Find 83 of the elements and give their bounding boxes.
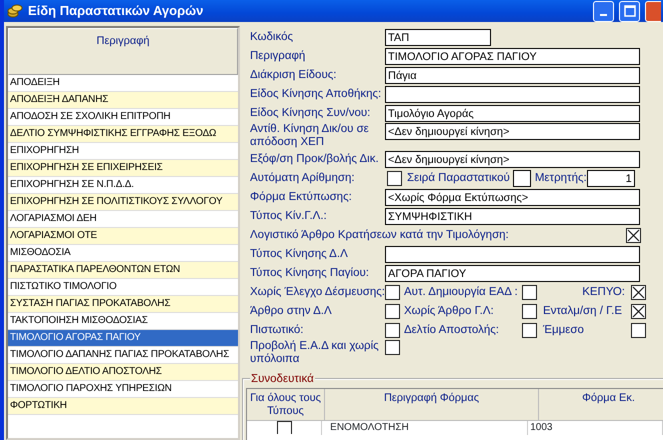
field-label: Τύπος Κίνησης Παγίου: [250, 267, 370, 280]
field-label: Χωρίς Άρθρο Γ.Λ: [404, 305, 495, 318]
list-item[interactable]: ΠΙΣΤΩΤΙΚΟ ΤΙΜΟΛΟΓΙΟ [8, 279, 238, 296]
field-label: Μετρητής: [534, 172, 587, 185]
input-field[interactable] [385, 86, 640, 103]
checkbox[interactable] [631, 304, 646, 319]
field-label: Κωδικός [250, 31, 294, 44]
list-item[interactable]: ΕΠΙΧΟΡΗΓΗΣΗ ΣΕ Ν.Π.Δ.Δ. [8, 177, 238, 194]
field-label: Αυτόματη Αρίθμηση: [250, 172, 356, 185]
checkbox[interactable] [522, 285, 537, 300]
input-field[interactable]: <Δεν δημιουργεί κίνηση> [385, 151, 640, 168]
checkbox[interactable] [387, 171, 402, 186]
input-field[interactable]: <Δεν δημιουργεί κίνηση> [385, 123, 640, 140]
input-field[interactable]: ΤΙΜΟΛΟΓΙΟ ΑΓΟΡΑΣ ΠΑΓΙΟΥ [385, 48, 640, 65]
field-label: Αντίθ. Κίνηση Δικ/ου σε απόδοση ΧΕΠ [250, 123, 370, 149]
checkbox[interactable] [385, 340, 400, 355]
field-label: Περιγραφή [250, 50, 306, 63]
list-item[interactable]: ΛΟΓΑΡΙΑΣΜΟΙ ΔΕΗ [8, 211, 238, 228]
checkbox[interactable] [385, 285, 400, 300]
list-item[interactable]: ΑΠΟΔΕΙΞΗ ΔΑΠΑΝΗΣ [8, 92, 238, 109]
list-item[interactable]: ΑΠΟΔΟΣΗ ΣΕ ΣΧΟΛΙΚΗ ΕΠΙΤΡΟΠΗ [8, 109, 238, 126]
list-item[interactable]: ΤΙΜΟΛΟΓΙΟ ΑΓΟΡΑΣ ΠΑΓΙΟΥ [8, 330, 238, 347]
minimize-button[interactable] [593, 0, 614, 22]
checkbox[interactable] [631, 285, 646, 300]
list-item[interactable]: ΠΑΡΑΣΤΑΤΙΚΑ ΠΑΡΕΛΘΟΝΤΩΝ ΕΤΩΝ [8, 262, 238, 279]
list-item[interactable]: ΣΥΣΤΑΣΗ ΠΑΓΙΑΣ ΠΡΟΚΑΤΑΒΟΛΗΣ [8, 296, 238, 313]
maximize-button[interactable] [619, 0, 640, 22]
checkbox[interactable] [626, 228, 641, 243]
field-label: Εξόφ/ση Προκ/βολής Δικ. [250, 153, 380, 166]
field-label: Αυτ. Δημιουργία ΕΑΔ : [404, 286, 519, 299]
list-item[interactable]: ΤΙΜΟΛΟΓΙΟ ΠΑΡΟΧΗΣ ΥΠΗΡΕΣΙΩΝ [8, 381, 238, 398]
minimize-icon [600, 14, 607, 16]
field-label: Τύπος Κίνησης Δ.Λ [250, 248, 349, 261]
column-header: Περιγραφή [8, 28, 238, 75]
list-item[interactable]: ΤΑΚΤΟΠΟΙΗΣΗ ΜΙΣΘΟΔΟΣΙΑΣ [8, 313, 238, 330]
input-field[interactable]: ΣΥΜΨΗΦΙΣΤΙΚΗ [385, 208, 640, 225]
table-cell: 1003 [528, 421, 663, 435]
field-label: Προβολή Ε.Α.Δ και χωρίς υπόλοιπα [250, 340, 380, 366]
input-field[interactable]: Πάγια [385, 67, 640, 84]
field-label: Έμμεσο [543, 324, 585, 337]
checkbox[interactable] [385, 323, 400, 338]
input-field[interactable] [512, 170, 531, 187]
field-label: Χωρίς Έλεγχο Δέσμευσης: [250, 286, 385, 299]
field-label: Πιστωτικό: [250, 324, 304, 337]
input-field[interactable]: <Χωρίς Φόρμα Εκτύπωσης> [385, 189, 640, 206]
field-label: Τύπος Κίν.Γ.Λ.: [250, 210, 328, 223]
maximize-icon [624, 5, 636, 17]
column-header: Περιγραφή Φόρμας [325, 389, 539, 421]
list-item[interactable]: ΔΕΛΤΙΟ ΣΥΜΨΗΦΙΣΤΙΚΗΣ ΕΓΓΡΑΦΗΣ ΕΞΟΔΩ [8, 126, 238, 143]
input-field[interactable]: ΤΑΠ [385, 29, 491, 46]
list-item[interactable]: ΤΙΜΟΛΟΓΙΟ ΔΑΠΑΝΗΣ ΠΑΓΙΑΣ ΠΡΟΚΑΤΑΒΟΛΗΣ [8, 347, 238, 364]
field-label: Είδος Κίνησης Αποθήκης: [250, 88, 382, 101]
field-label: Ενταλμ/ση / Γ.Ε [543, 305, 624, 318]
checkbox[interactable] [522, 304, 537, 319]
input-field[interactable]: 1 [586, 170, 635, 187]
window-title: Είδη Παραστατικών Αγορών [28, 2, 204, 20]
list-item[interactable]: ΑΠΟΔΕΙΞΗ [8, 75, 238, 92]
list-item[interactable]: ΕΠΙΧΟΡΗΓΗΣΗ [8, 143, 238, 160]
checkbox[interactable] [522, 323, 537, 338]
table-cell: ΕΝΟΜΟΛΟΤΗΣΗ [322, 421, 528, 435]
checkbox[interactable] [631, 323, 646, 338]
field-label: Σειρά Παραστατικού [407, 172, 510, 185]
field-label: Διάκριση Είδους: [250, 69, 338, 82]
close-button[interactable] [645, 0, 661, 22]
coins-icon [7, 3, 23, 19]
input-field[interactable] [385, 246, 640, 263]
field-label: Δελτίο Αποστολής: [404, 324, 500, 337]
list-item[interactable]: ΕΠΙΧΟΡΗΓΗΣΗ ΣΕ ΕΠΙΧΕΙΡΗΣΕΙΣ [8, 160, 238, 177]
list-item[interactable]: ΕΠΙΧΟΡΗΓΗΣΗ ΣΕ ΠΟΛΙΤΙΣΤΙΚΟΥΣ ΣΥΛΛΟΓΟΥ [8, 194, 238, 211]
field-label: Λογιστικό Άρθρο Κρατήσεων κατά την Τιμολόγηση: [250, 229, 510, 242]
list-item[interactable]: ΜΙΣΘΟΔΟΣΙΑ [8, 245, 238, 262]
field-label: Άρθρο στην Δ.Λ [250, 305, 333, 318]
list-item[interactable]: ΛΟΓΑΡΙΑΣΜΟΙ ΟΤΕ [8, 228, 238, 245]
column-header: Φόρμα Εκ. [539, 389, 663, 421]
list-item[interactable]: ΤΙΜΟΛΟΓΙΟ ΔΕΛΤΙΟ ΑΠΟΣΤΟΛΗΣ [8, 364, 238, 381]
field-label: Φόρμα Εκτύπωσης: [250, 191, 353, 204]
list-item[interactable]: ΦΟΡΤΩΤΙΚΗ [8, 398, 238, 415]
input-field[interactable]: Τιμολόγιο Αγοράς [385, 105, 640, 122]
field-label: Είδος Κίνησης Συν/νου: [250, 107, 372, 120]
field-label: ΚΕΠΥΟ: [581, 286, 626, 299]
checkbox[interactable] [276, 421, 292, 434]
input-field[interactable]: ΑΓΟΡΑ ΠΑΓΙΟΥ [385, 265, 640, 282]
checkbox[interactable] [385, 304, 400, 319]
